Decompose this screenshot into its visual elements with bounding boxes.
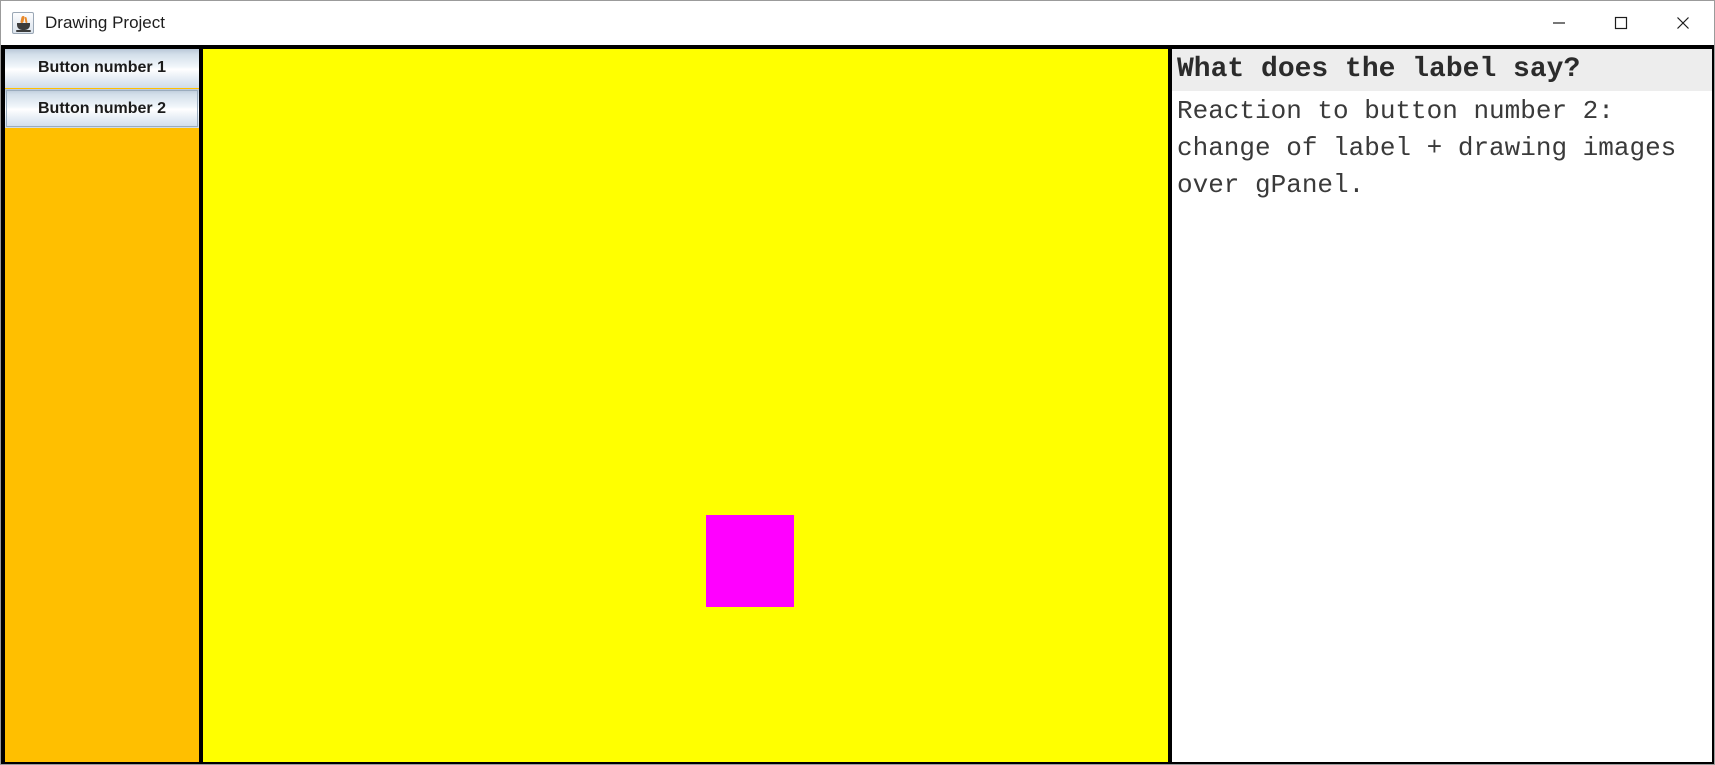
label-panel: What does the label say? Reaction to but… — [1172, 49, 1712, 762]
content-area: Button number 1 Button number 2 What doe… — [1, 45, 1714, 764]
control-panel: Button number 1 Button number 2 — [5, 49, 199, 762]
maximize-button[interactable] — [1590, 1, 1652, 45]
drawing-panel[interactable] — [203, 49, 1168, 762]
title-bar: Drawing Project — [1, 1, 1714, 45]
button-number-2-label: Button number 2 — [6, 90, 198, 127]
window-controls — [1528, 1, 1714, 45]
magenta-square-shape — [706, 515, 794, 607]
window-title: Drawing Project — [45, 13, 165, 32]
minimize-button[interactable] — [1528, 1, 1590, 45]
title-bar-left: Drawing Project — [1, 12, 1528, 34]
close-button[interactable] — [1652, 1, 1714, 45]
button-number-2[interactable]: Button number 2 — [5, 89, 199, 128]
java-coffee-cup-icon — [12, 12, 34, 34]
button-number-1[interactable]: Button number 1 — [5, 49, 199, 88]
java-icon-saucer — [16, 30, 31, 32]
maximize-icon — [1614, 16, 1628, 30]
java-icon-cup — [17, 23, 30, 30]
label-body-text: Reaction to button number 2: change of l… — [1177, 96, 1692, 200]
application-window: Drawing Project Button number 1 Button n… — [0, 0, 1715, 765]
button-number-1-label: Button number 1 — [38, 59, 166, 76]
close-icon — [1677, 17, 1689, 29]
minimize-icon — [1553, 22, 1565, 24]
label-heading: What does the label say? — [1172, 49, 1712, 91]
